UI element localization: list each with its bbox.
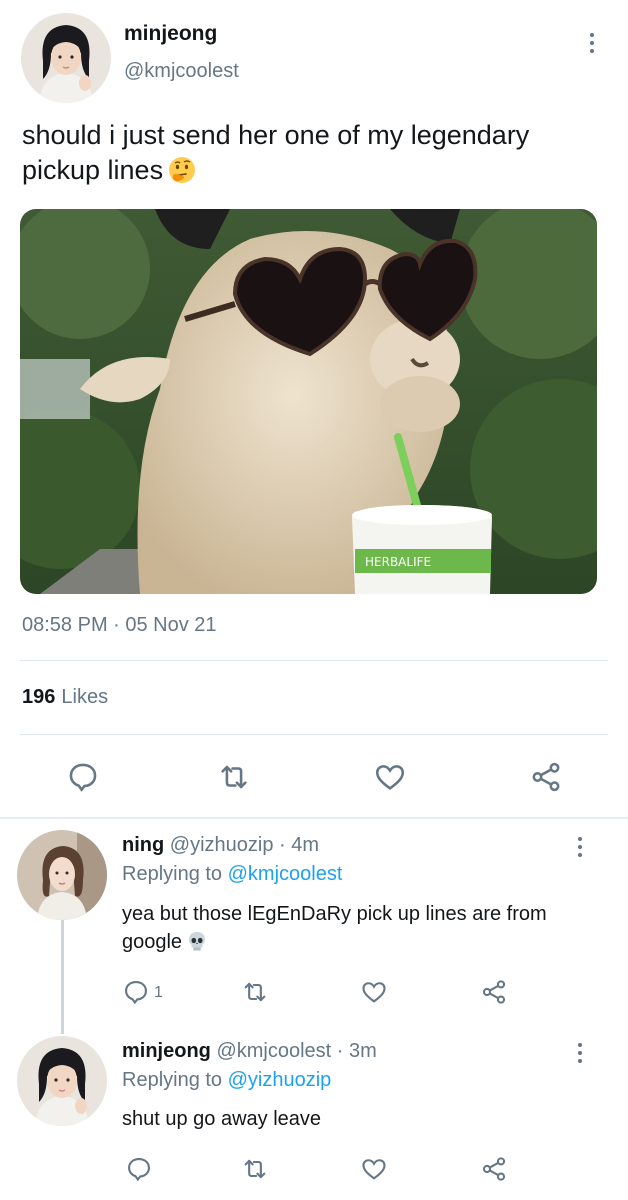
like-icon[interactable] [360,978,388,1006]
cup-label: HERBALIFE [365,555,431,569]
more-options-icon[interactable] [580,28,604,58]
likes-count: 196 [22,686,56,708]
more-options-icon[interactable] [568,1038,592,1068]
retweet-icon[interactable] [241,978,269,1006]
author-handle[interactable]: @kmjcoolest [124,60,239,83]
reply-icon[interactable] [122,978,150,1006]
tweet-image[interactable]: HERBALIFE [20,209,597,594]
replying-to: Replying to @yizhuozip [122,1069,332,1091]
author-name[interactable]: minjeong [124,22,217,46]
retweet-icon[interactable] [241,1155,269,1183]
author-avatar[interactable] [21,13,111,103]
replying-to: Replying to @kmjcoolest [122,863,343,885]
reply-text: yea but those lEgEnDaRy pick up lines ar… [122,903,547,953]
reply-icon[interactable] [125,1155,153,1183]
thread-line [61,920,64,1034]
likes-count-row[interactable]: 196 Likes [22,686,108,709]
reply-icon[interactable] [66,760,100,794]
reply-header: ning @yizhuozip · 4m [122,834,319,857]
reply-author-handle[interactable]: @kmjcoolest [216,1040,331,1062]
reply-time: · 3m [336,1040,377,1062]
like-icon[interactable] [373,760,407,794]
share-icon[interactable] [529,760,563,794]
tweet-timestamp[interactable]: 08:58 PM · 05 Nov 21 [22,614,217,637]
share-icon[interactable] [480,1155,508,1183]
more-options-icon[interactable] [568,832,592,862]
divider [20,660,608,661]
thinking-face-icon [167,155,197,185]
tweet-text: should i just send her one of my legenda… [22,120,530,185]
reply-author-avatar[interactable] [17,1036,107,1126]
reply-author-avatar[interactable] [17,830,107,920]
likes-label: Likes [61,686,109,708]
replying-to-mention[interactable]: @yizhuozip [228,1069,332,1091]
reply-author-name[interactable]: minjeong [122,1040,211,1062]
reply-time: · 4m [279,834,320,856]
reply-author-handle[interactable]: @yizhuozip [170,834,274,856]
retweet-icon[interactable] [217,760,251,794]
reply-text: shut up go away leave [122,1108,322,1130]
replying-to-mention[interactable]: @kmjcoolest [228,863,343,885]
divider [20,734,608,735]
reply-author-name[interactable]: ning [122,834,164,856]
section-divider [0,817,628,819]
share-icon[interactable] [480,978,508,1006]
like-icon[interactable] [360,1155,388,1183]
skull-icon [186,930,208,952]
reply-count: 1 [154,984,163,1001]
reply-header: minjeong @kmjcoolest · 3m [122,1040,377,1063]
